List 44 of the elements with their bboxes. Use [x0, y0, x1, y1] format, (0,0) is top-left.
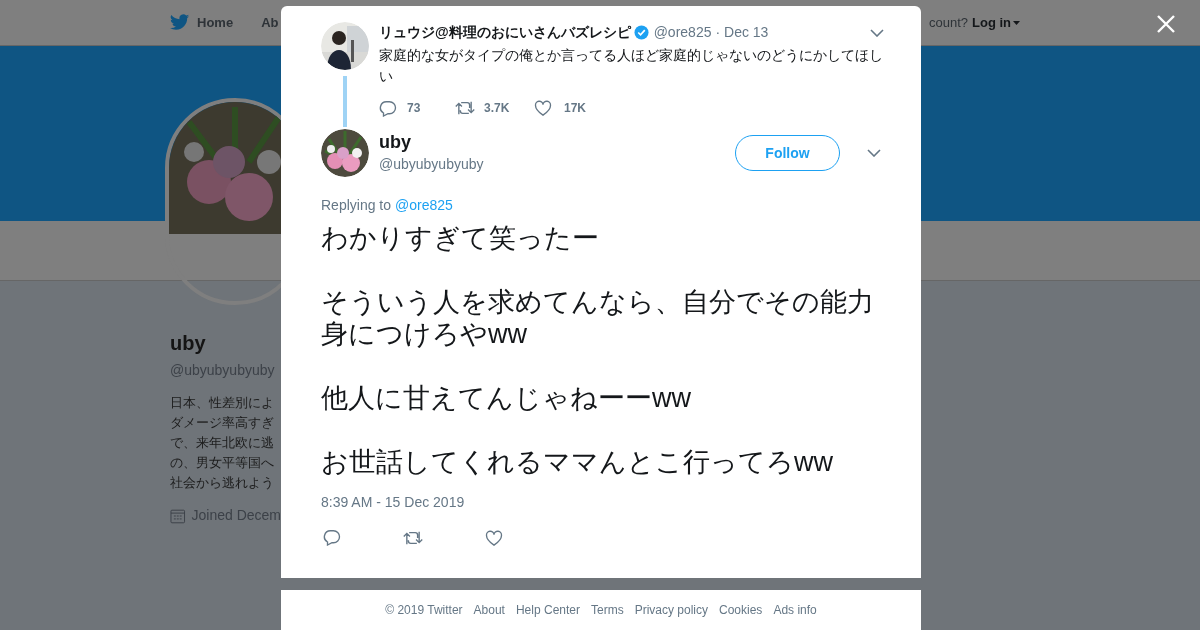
tweet-paragraph: お世話してくれるママんとこ行ってろww	[321, 446, 834, 478]
tweet-timestamp[interactable]: 8:39 AM - 15 Dec 2019	[321, 492, 881, 513]
login-link[interactable]: Log in	[972, 12, 1020, 33]
reply-count: 73	[407, 100, 422, 117]
mention-link[interactable]: @ore825	[395, 195, 453, 216]
author-name[interactable]: リュウジ@料理のおにいさんバズレシピ	[379, 22, 631, 43]
caret-icon[interactable]	[1013, 20, 1020, 25]
bio-line: で、来年北欧に逃	[170, 434, 275, 452]
heart-icon[interactable]	[485, 529, 503, 546]
chevron-down-icon[interactable]	[867, 149, 881, 157]
nav-link[interactable]: Ab	[261, 12, 279, 33]
footer-link[interactable]: © 2019 Twitter	[385, 601, 463, 619]
account-prompt: count?	[928, 13, 968, 32]
retweet-icon[interactable]	[403, 529, 423, 546]
bio-line: 社会から逃れよう	[170, 474, 275, 492]
tweet-text: 家庭的な女がタイプの俺とか言ってる人ほど家庭的じゃないのどうにかしてほしい	[379, 46, 884, 86]
profile-name: uby	[170, 331, 207, 356]
bio-line: 日本、性差別によ	[170, 394, 275, 412]
like-count: 17K	[564, 100, 586, 117]
footer-link[interactable]: About	[473, 601, 505, 619]
retweet-count: 3.7K	[484, 100, 511, 117]
close-button[interactable]	[1155, 13, 1177, 35]
tweet-paragraph: そういう人を求めてんなら、自分でその能力身につけろやww	[321, 286, 875, 350]
bio-line: の、男女平等国へ	[170, 454, 275, 472]
heart-icon[interactable]	[534, 100, 552, 116]
calendar-icon	[170, 507, 186, 524]
bio-line: ダメージ率高すぎ	[170, 414, 275, 432]
replying-label: Replying to	[321, 196, 392, 215]
chevron-down-icon[interactable]	[870, 28, 884, 37]
footer-link[interactable]: Cookies	[719, 601, 763, 619]
nav-link[interactable]: Home	[197, 12, 234, 33]
tweet-paragraph: 他人に甘えてんじゃねーーww	[321, 382, 692, 414]
footer-link[interactable]: Ads info	[773, 601, 817, 619]
author-handle[interactable]: @ore825	[653, 22, 712, 43]
author-handle[interactable]: @ubyubyubyuby	[379, 154, 725, 175]
footer-link[interactable]: Privacy policy	[634, 601, 708, 619]
reply-icon[interactable]	[323, 529, 341, 546]
footer-link[interactable]: Terms	[591, 601, 624, 619]
author-name[interactable]: uby	[379, 131, 725, 153]
retweet-icon[interactable]	[455, 100, 475, 116]
reply-icon[interactable]	[379, 99, 397, 117]
tweet-date[interactable]: · Dec 13	[715, 22, 769, 43]
footer-link[interactable]: Help Center	[515, 601, 580, 619]
tweet-paragraph: わかりすぎて笑ったー	[321, 222, 600, 254]
